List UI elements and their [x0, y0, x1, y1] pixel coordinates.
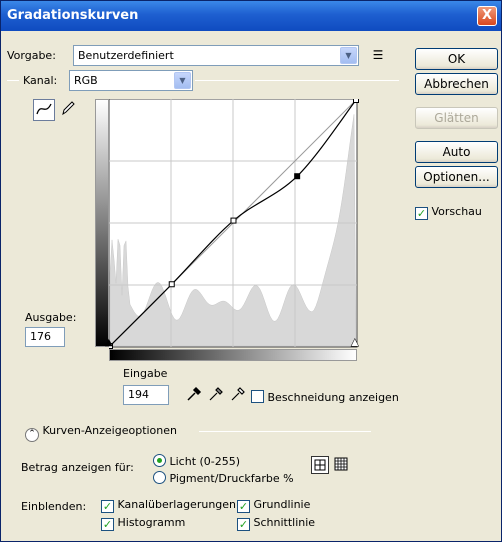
- black-point-slider-icon[interactable]: ▲: [105, 337, 113, 348]
- eyedropper-white-icon[interactable]: [227, 385, 249, 407]
- input-label: Eingabe: [123, 367, 168, 380]
- curve-point[interactable]: [230, 217, 237, 224]
- show-histogram-label: Histogramm: [117, 516, 186, 529]
- curve-graph[interactable]: [109, 99, 361, 349]
- radio-pigment[interactable]: Pigment/Druckfarbe %: [153, 471, 294, 485]
- eyedropper-black-icon[interactable]: [183, 385, 205, 407]
- radio-pigment-label: Pigment/Druckfarbe %: [169, 472, 294, 485]
- preset-label: Vorgabe:: [7, 49, 56, 62]
- preset-value: Benutzerdefiniert: [78, 49, 174, 62]
- white-point-slider-icon[interactable]: ▲: [351, 337, 359, 349]
- chevron-down-icon: ▼: [340, 47, 357, 64]
- cancel-button[interactable]: Abbrechen: [415, 73, 498, 95]
- preview-check-icon[interactable]: ✓: [415, 207, 428, 220]
- preview-checkbox[interactable]: ✓ Vorschau: [415, 205, 482, 220]
- clipping-label: Beschneidung anzeigen: [267, 391, 399, 404]
- check-icon[interactable]: ✓: [237, 500, 250, 513]
- output-label: Ausgabe:: [25, 311, 77, 324]
- eyedropper-gray-icon[interactable]: [205, 385, 227, 407]
- options-button[interactable]: Optionen...: [415, 166, 498, 188]
- radio-light[interactable]: Licht (0-255): [153, 454, 240, 468]
- grid-4x4-icon[interactable]: [311, 456, 329, 474]
- channel-label: Kanal:: [23, 74, 58, 87]
- curve-point-icon[interactable]: [33, 99, 55, 121]
- clipping-checkbox-box[interactable]: [251, 390, 264, 403]
- channel-group-line-right: [195, 80, 399, 81]
- radio-pigment-indicator[interactable]: [153, 471, 166, 484]
- chevron-up-icon[interactable]: ⌃: [25, 428, 39, 442]
- preview-label: Vorschau: [431, 205, 482, 218]
- pencil-icon[interactable]: [57, 99, 79, 121]
- check-icon[interactable]: ✓: [237, 518, 250, 531]
- close-button[interactable]: X: [477, 6, 497, 26]
- show-histogram[interactable]: ✓ Histogramm: [101, 516, 185, 531]
- show-channel-overlays-label: Kanalüberlagerungen: [117, 498, 237, 511]
- smooth-button[interactable]: Glätten: [415, 107, 498, 129]
- ok-button[interactable]: OK: [415, 48, 498, 70]
- auto-button[interactable]: Auto: [415, 141, 498, 163]
- show-label: Einblenden:: [21, 500, 87, 513]
- preset-menu-icon[interactable]: ☰: [367, 45, 389, 67]
- radio-light-label: Licht (0-255): [169, 455, 241, 468]
- channel-group-line-left: [7, 80, 19, 81]
- window-title: Gradationskurven: [7, 8, 139, 23]
- check-icon[interactable]: ✓: [101, 518, 114, 531]
- curve-options-line: [199, 431, 371, 432]
- curve-point[interactable]: [353, 99, 359, 103]
- curve-options-toggle[interactable]: ⌃ Kurven-Anzeigeoptionen: [25, 424, 177, 442]
- clipping-checkbox[interactable]: Beschneidung anzeigen: [251, 390, 399, 404]
- grid-10x10-icon[interactable]: [333, 456, 351, 474]
- title-bar[interactable]: Gradationskurven X: [1, 1, 501, 31]
- show-baseline[interactable]: ✓ Grundlinie: [237, 498, 310, 513]
- check-icon[interactable]: ✓: [101, 500, 114, 513]
- show-channel-overlays[interactable]: ✓ Kanalüberlagerungen: [101, 498, 236, 513]
- curve-point-selected[interactable]: [294, 173, 301, 180]
- output-field[interactable]: 176: [25, 327, 65, 347]
- output-gradient-bar: [95, 99, 109, 347]
- curve-options-label: Kurven-Anzeigeoptionen: [42, 424, 178, 437]
- amount-label: Betrag anzeigen für:: [21, 461, 134, 474]
- channel-value: RGB: [74, 74, 98, 87]
- input-gradient-bar: [109, 349, 357, 361]
- show-intersection-label: Schnittlinie: [253, 516, 316, 529]
- preset-select[interactable]: Benutzerdefiniert ▼: [73, 45, 359, 66]
- show-intersection[interactable]: ✓ Schnittlinie: [237, 516, 315, 531]
- input-field[interactable]: 194: [123, 385, 169, 405]
- show-baseline-label: Grundlinie: [253, 498, 311, 511]
- radio-light-indicator[interactable]: [153, 454, 166, 467]
- curve-point[interactable]: [168, 281, 175, 288]
- channel-select[interactable]: RGB ▼: [69, 70, 193, 91]
- chevron-down-icon: ▼: [174, 72, 191, 89]
- curves-dialog: Gradationskurven X Vorgabe: Benutzerdefi…: [0, 0, 502, 542]
